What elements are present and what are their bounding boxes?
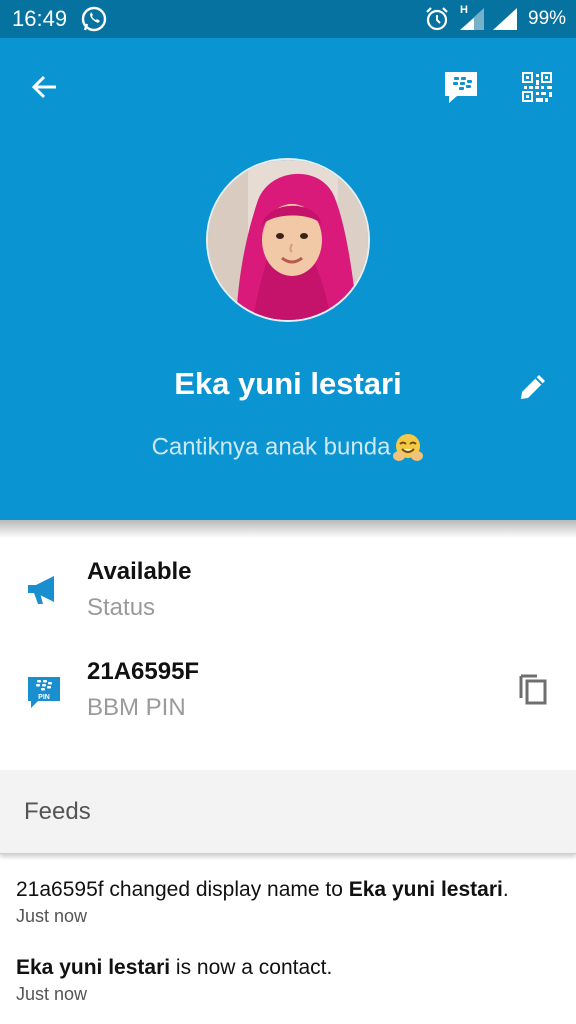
qr-code-button[interactable] (514, 64, 560, 110)
feed-item-time: Just now (16, 906, 88, 926)
bbm-chat-icon (445, 72, 477, 103)
feed-text-suffix: . (502, 878, 509, 901)
arrow-back-icon (31, 75, 56, 99)
megaphone-icon (28, 576, 54, 604)
whatsapp-icon (81, 6, 107, 32)
feed-text-prefix: 21a6595f changed display name to (16, 878, 349, 901)
availability-caption: Status (87, 594, 156, 621)
battery-level: 99% (528, 8, 567, 29)
alarm-icon (426, 7, 448, 31)
personal-message: Cantiknya anak bunda (0, 432, 576, 464)
feed-item-text: Eka yuni lestari is now a contact. (16, 956, 566, 980)
feed-text-name: Eka yuni lestari (348, 878, 503, 901)
feed-item: 21a6595f changed display name to Eka yun… (16, 878, 566, 927)
avatar-photo (208, 160, 368, 320)
bbm-pin-value: 21A6595F (87, 658, 200, 685)
bbm-pin-row[interactable]: PIN 21A6595F BBM PIN (0, 650, 576, 746)
bbm-pin-caption: BBM PIN (87, 694, 186, 721)
feed-text-suffix: is now a contact. (170, 956, 333, 979)
clock-time: 16:49 (12, 6, 68, 31)
back-button[interactable] (22, 64, 68, 110)
signal-icon (493, 8, 517, 30)
status-row[interactable]: Available Status (0, 550, 576, 646)
profile-avatar[interactable] (206, 158, 370, 322)
availability-text: Available (87, 558, 192, 585)
feeds-section-header: Feeds (0, 770, 576, 854)
feed-item-time: Just now (16, 984, 88, 1004)
edit-profile-button[interactable] (510, 364, 556, 410)
display-name: Eka yuni lestari (174, 366, 402, 401)
feed-item: Eka yuni lestari is now a contact. Just … (16, 956, 566, 1005)
hug-emoji-icon (393, 434, 424, 461)
copy-icon (519, 674, 547, 705)
copy-pin-button[interactable] (510, 666, 556, 712)
feeds-title: Feeds (24, 798, 91, 825)
feed-text-name: Eka yuni lestari (16, 956, 171, 979)
qr-code-icon (522, 72, 552, 102)
pin-badge-text: PIN (38, 694, 50, 701)
status-bar: 16:49 H 99% (0, 0, 576, 38)
bbm-pin-icon: PIN (28, 677, 60, 708)
header-shadow (0, 520, 576, 538)
pencil-icon (521, 375, 545, 399)
profile-header: Eka yuni lestari Cantiknya anak bunda (0, 38, 576, 520)
bbm-chat-button[interactable] (438, 64, 484, 110)
feed-item-text: 21a6595f changed display name to Eka yun… (16, 878, 566, 902)
personal-message-text: Cantiknya anak bunda (151, 433, 391, 461)
signal-icon (460, 8, 484, 30)
